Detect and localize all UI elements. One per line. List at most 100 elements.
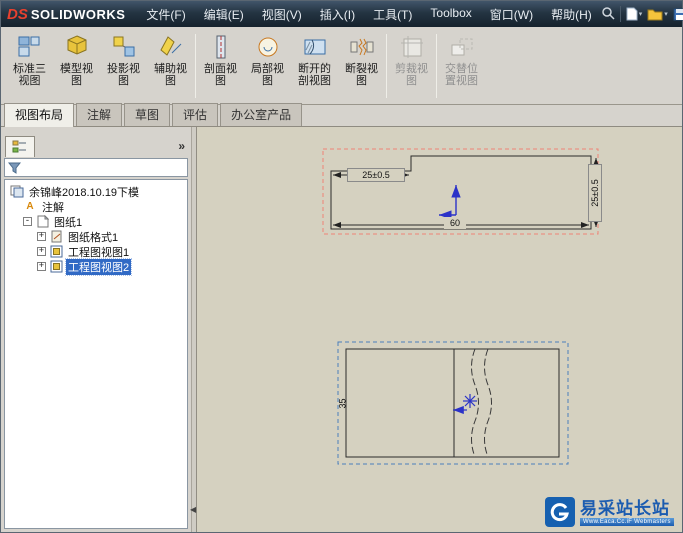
- watermark-logo-icon: [545, 497, 575, 527]
- filter-funnel-icon: [8, 162, 21, 174]
- menu-edit[interactable]: 编辑(E): [195, 2, 253, 27]
- menu-window[interactable]: 窗口(W): [481, 2, 542, 27]
- dimension-bottom-width[interactable]: 60: [444, 217, 466, 229]
- panel-tab-strip: »: [1, 135, 191, 157]
- tree-row-drawing-view1: + 工程图视图1: [7, 244, 185, 259]
- drawing-document-icon: [10, 185, 24, 198]
- model-view-button[interactable]: 模型视图: [53, 29, 100, 103]
- watermark-text: 易采站长站 Www.Eaca.Cc.iF Webmasters: [580, 499, 674, 526]
- menu-items: 文件(F) 编辑(E) 视图(V) 插入(I) 工具(T) Toolbox 窗口…: [137, 2, 600, 27]
- standard-3-view-button[interactable]: 标准三视图: [6, 29, 53, 103]
- crop-view-button[interactable]: 剪裁视图: [388, 29, 435, 103]
- tree-item-sheet1[interactable]: 图纸1: [52, 214, 84, 230]
- projected-view-icon: [110, 33, 138, 61]
- auxiliary-view-button[interactable]: 辅助视图: [147, 29, 194, 103]
- open-button[interactable]: ▾: [647, 8, 668, 21]
- menu-file[interactable]: 文件(F): [137, 2, 194, 27]
- watermark-title: 易采站长站: [580, 498, 670, 518]
- watermark: 易采站长站 Www.Eaca.Cc.iF Webmasters: [545, 497, 674, 527]
- break-view-button[interactable]: 断裂视图: [338, 29, 385, 103]
- solidworks-logo: DS SOLIDWORKS: [1, 6, 137, 23]
- collapse-toggle[interactable]: -: [23, 217, 32, 226]
- solidworks-window: DS SOLIDWORKS 文件(F) 编辑(E) 视图(V) 插入(I) 工具…: [0, 0, 683, 533]
- menu-toolbox[interactable]: Toolbox: [421, 2, 480, 27]
- drawing-view-icon: [49, 245, 63, 258]
- ribbon-separator: [436, 34, 437, 98]
- tree-filter-bar[interactable]: [4, 158, 188, 177]
- command-manager-tabs: 视图布局 注解 草图 评估 办公室产品: [1, 103, 682, 127]
- button-label: 辅助视图: [154, 63, 187, 87]
- break-view-icon: [348, 33, 376, 61]
- button-label: 剖面视图: [204, 63, 237, 87]
- button-label: 局部视图: [251, 63, 284, 87]
- new-document-button[interactable]: ▾: [626, 7, 643, 21]
- ribbon-separator: [195, 34, 196, 98]
- new-document-icon: [626, 7, 638, 21]
- save-button[interactable]: [673, 8, 683, 21]
- sheet-format-icon: [49, 230, 63, 243]
- ds-logo-icon: DS: [7, 5, 28, 23]
- detail-view-button[interactable]: 局部视图: [244, 29, 291, 103]
- dropdown-caret-icon[interactable]: ▾: [639, 10, 643, 18]
- button-label: 交替位置视图: [445, 63, 478, 87]
- dropdown-caret-icon[interactable]: ▾: [664, 10, 668, 18]
- button-label: 断开的剖视图: [298, 63, 331, 87]
- feature-tree-icon: [12, 140, 26, 152]
- tree-row-sheet1: - 图纸1: [7, 214, 185, 229]
- tree-root-label[interactable]: 余锦峰2018.10.19下模: [27, 184, 141, 200]
- tree-item-drawing-view2[interactable]: 工程图视图2: [64, 257, 133, 276]
- tab-annotation[interactable]: 注解: [76, 103, 123, 126]
- projected-view-button[interactable]: 投影视图: [100, 29, 147, 103]
- view2-selection-border[interactable]: [337, 341, 569, 465]
- section-view-button[interactable]: 剖面视图: [197, 29, 244, 103]
- detail-view-icon: [254, 33, 282, 61]
- quick-toolbar: ▾ ▾: [601, 6, 683, 23]
- tab-office-products[interactable]: 办公室产品: [220, 103, 303, 126]
- panel-expand-chevron[interactable]: »: [178, 139, 185, 153]
- tree-row-annotations: 注解: [7, 199, 185, 214]
- tab-evaluate[interactable]: 评估: [172, 103, 219, 126]
- drawing-sheet[interactable]: 25±0.5 25±0.5 60 35 易采站长站 Www.Eaca.Cc.iF…: [197, 127, 682, 532]
- app-name: SOLIDWORKS: [30, 6, 126, 22]
- tree-row-root: 余锦峰2018.10.19下模: [7, 184, 185, 199]
- crop-view-icon: [398, 33, 426, 61]
- button-label: 投影视图: [107, 63, 140, 87]
- expand-toggle[interactable]: +: [37, 232, 46, 241]
- dimension-view2-height[interactable]: 35: [336, 383, 349, 425]
- section-view-icon: [207, 33, 235, 61]
- feature-tree-tab[interactable]: [5, 135, 35, 157]
- drawing-canvas[interactable]: [197, 127, 682, 532]
- menu-help[interactable]: 帮助(H): [542, 2, 601, 27]
- origin-asterisk-icon: [463, 394, 477, 408]
- alternate-position-view-icon: [448, 33, 476, 61]
- menu-insert[interactable]: 插入(I): [311, 2, 364, 27]
- tree-item-drawing-view1[interactable]: 工程图视图1: [66, 244, 131, 260]
- tree-row-sheet-format1: + 图纸格式1: [7, 229, 185, 244]
- feature-manager-panel: » 余锦峰2018.10.19下模 注解 -: [1, 127, 191, 532]
- broken-out-section-icon: [301, 33, 329, 61]
- menu-tools[interactable]: 工具(T): [364, 2, 421, 27]
- collapse-panel-arrow-icon[interactable]: [190, 505, 196, 514]
- tree-item-annotations[interactable]: 注解: [40, 199, 66, 215]
- annotations-icon: [23, 200, 37, 213]
- origin-axes-icon: [439, 185, 461, 220]
- model-view-icon: [63, 33, 91, 61]
- view2-part-outline[interactable]: [345, 348, 560, 458]
- tab-view-layout[interactable]: 视图布局: [4, 103, 75, 127]
- dimension-top-width[interactable]: 25±0.5: [347, 168, 405, 182]
- menu-view[interactable]: 视图(V): [253, 2, 311, 27]
- open-folder-icon: [647, 9, 663, 20]
- alternate-position-view-button[interactable]: 交替位置视图: [438, 29, 485, 103]
- search-icon[interactable]: [601, 6, 615, 23]
- tree-item-sheet-format1[interactable]: 图纸格式1: [66, 229, 120, 245]
- broken-out-section-button[interactable]: 断开的剖视图: [291, 29, 338, 103]
- watermark-subtitle: Www.Eaca.Cc.iF Webmasters: [580, 517, 674, 526]
- drawing-view-icon: [49, 260, 63, 273]
- break-line-right[interactable]: [484, 348, 492, 458]
- expand-toggle[interactable]: +: [37, 262, 46, 271]
- button-label: 断裂视图: [345, 63, 378, 87]
- expand-toggle[interactable]: +: [37, 247, 46, 256]
- tab-sketch[interactable]: 草图: [124, 103, 171, 126]
- menubar: DS SOLIDWORKS 文件(F) 编辑(E) 视图(V) 插入(I) 工具…: [1, 1, 683, 27]
- dimension-right-height[interactable]: 25±0.5: [588, 164, 602, 222]
